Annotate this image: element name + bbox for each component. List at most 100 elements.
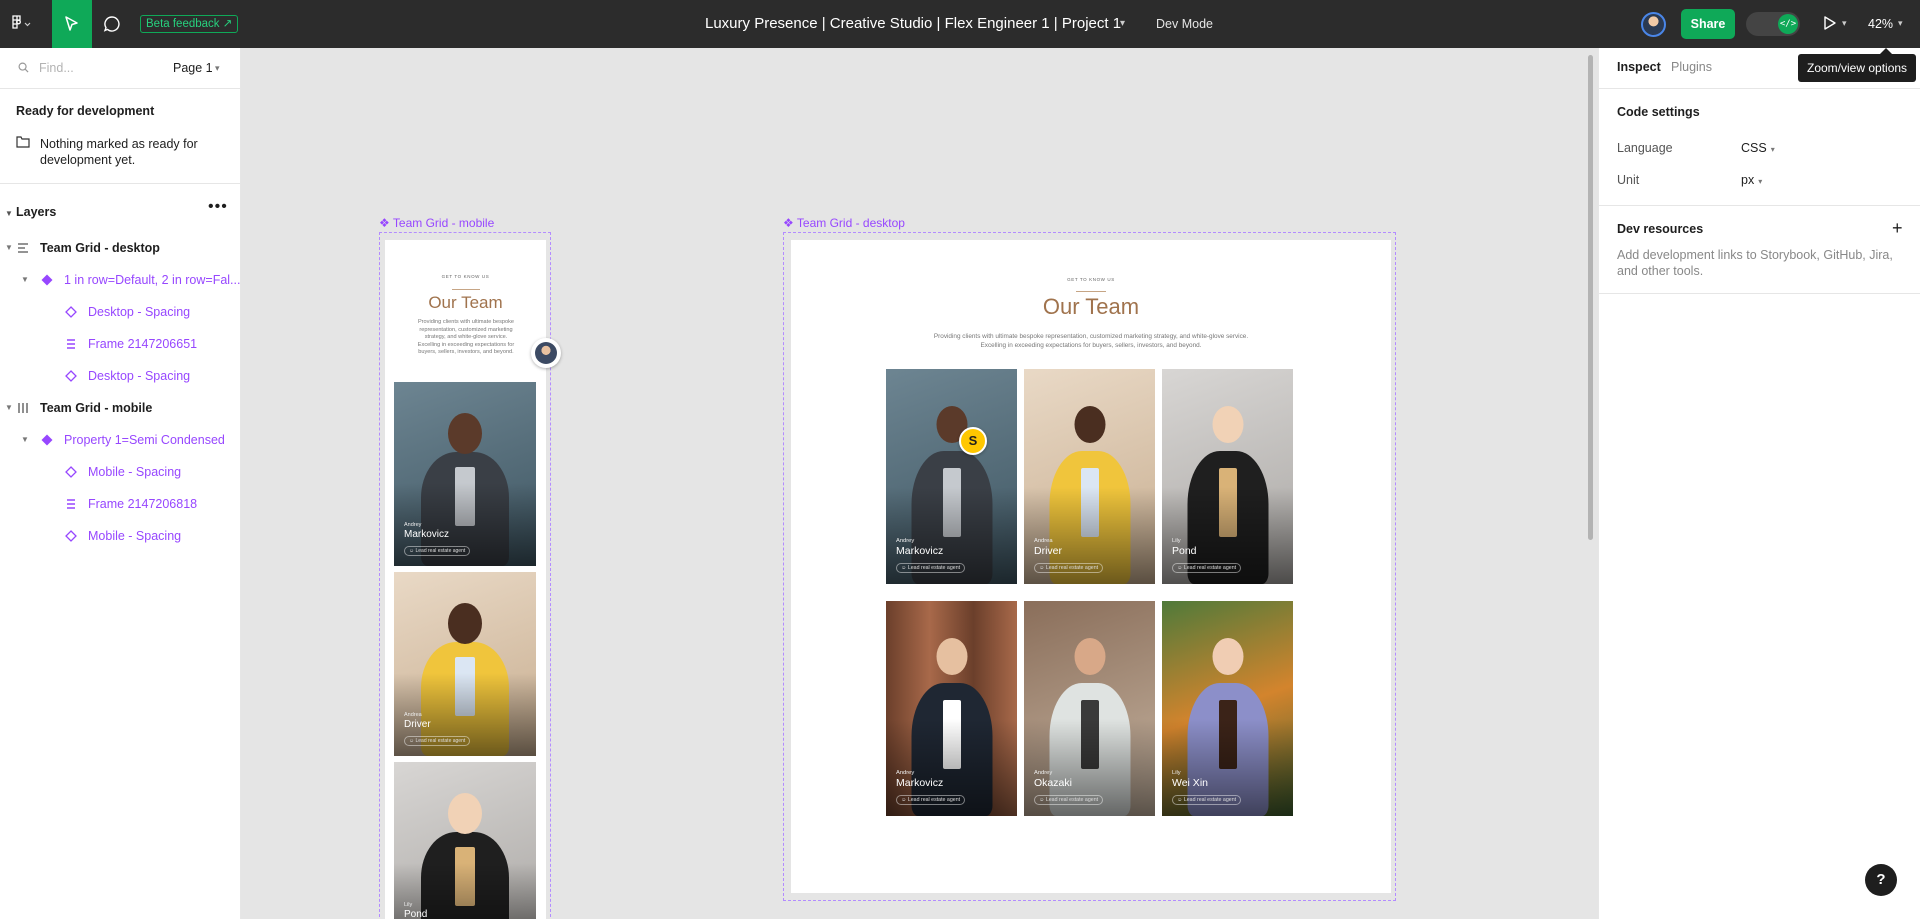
mobile-team-card[interactable]: Andrea Driver ☺ Lead real estate agent [394,572,536,756]
add-icon[interactable]: + [1892,218,1903,239]
layer-item[interactable]: ▼ Team Grid - desktop [0,232,240,264]
desktop-team-card[interactable]: Andrey Markovicz ☺ Lead real estate agent [886,369,1017,584]
instance-icon [40,273,54,287]
main-menu-button[interactable] [10,14,40,34]
share-button[interactable]: Share [1681,9,1735,39]
chevron-down-icon[interactable]: ▼ [21,275,29,284]
layer-item[interactable]: ▼ Team Grid - mobile [0,392,240,424]
divider [1599,88,1920,89]
card-last-name: Wei Xin [1172,777,1208,789]
search-input[interactable]: Find... [39,61,74,75]
avatar[interactable] [1641,12,1666,37]
card-first-name: Andrea [1034,538,1053,544]
chevron-down-icon[interactable]: ▼ [5,243,13,252]
divider [1599,205,1920,206]
search-icon [18,62,29,73]
divider [0,183,241,184]
chevron-down-icon[interactable]: ▼ [5,403,13,412]
mobile-title: Our Team [428,293,503,312]
frame-label-mobile[interactable]: ❖ Team Grid - mobile [379,216,494,230]
chevron-down-icon[interactable]: ▾ [215,63,220,74]
frame-icon [16,241,30,255]
card-last-name: Driver [404,719,431,730]
page-selector[interactable]: Page 1 [173,61,213,75]
mobile-team-card[interactable]: Andrey Markovicz ☺ Lead real estate agent [394,382,536,566]
chevron-down-icon[interactable]: ▾ [1842,18,1847,29]
layer-item[interactable]: ▼ 1 in row=Default, 2 in row=Fal... [0,264,240,296]
play-icon [1824,16,1836,30]
card-role-badge: ☺ Lead real estate agent [404,546,471,556]
card-last-name: Markovicz [404,529,450,540]
chevron-down-icon[interactable]: ▼ [21,435,29,444]
more-options-icon[interactable]: ••• [208,198,228,216]
chevron-down-icon[interactable]: ▾ [1120,18,1125,29]
unit-select[interactable]: px ▾ [1741,173,1762,187]
layer-item[interactable]: Frame 2147206818 [0,488,240,520]
layer-item[interactable]: Frame 2147206651 [0,328,240,360]
card-last-name: Okazaki [1034,777,1072,789]
ready-for-dev-message: Nothing marked as ready for development … [40,137,198,167]
file-title[interactable]: Luxury Presence | Creative Studio | Flex… [705,0,1121,48]
unit-value: px [1741,173,1755,187]
beta-feedback-label: Beta feedback [146,18,220,30]
canvas[interactable]: ❖ Team Grid - mobile GET TO KNOW US Our … [241,48,1598,919]
desktop-team-card[interactable]: Andrey Okazaki ☺ Lead real estate agent [1024,601,1155,816]
portrait-head [1074,638,1105,675]
code-icon: </> [1778,14,1798,34]
mobile-team-card[interactable]: LilyPond☺ Lead real estate agent [394,762,536,919]
card-last-name: Pond [1172,545,1197,557]
auto-layout-icon [64,337,78,351]
card-first-name: Andrey [404,522,422,528]
layer-name: 1 in row=Default, 2 in row=Fal... [64,273,241,287]
portrait-head [1212,638,1243,675]
card-role-badge: ☺ Lead real estate agent [1172,795,1242,805]
card-first-name: Andrey [1034,770,1053,776]
layer-name: Desktop - Spacing [88,369,191,383]
vertical-scrollbar[interactable] [1588,55,1593,540]
move-tool-button[interactable] [52,0,92,48]
card-role-badge: ☺ Lead real estate agent [1172,563,1242,573]
unit-label: Unit [1617,173,1640,187]
card-last-name: Markovicz [896,777,944,789]
chevron-down-icon[interactable]: ▾ [1898,18,1903,29]
desktop-title: Our Team [1042,294,1140,319]
desktop-team-card[interactable]: Lily Pond ☺ Lead real estate agent [1162,369,1293,584]
tab-plugins[interactable]: Plugins [1671,60,1712,74]
comment-tool-button[interactable] [100,12,124,36]
desktop-team-card[interactable]: Andrea Driver ☺ Lead real estate agent [1024,369,1155,584]
component-icon [64,369,78,383]
frame-label-text: Team Grid - desktop [796,216,905,230]
left-panel: Find... Page 1 ▾ Ready for development N… [0,48,241,919]
help-button[interactable]: ? [1865,864,1897,896]
chevron-down-icon[interactable]: ▼ [5,209,13,218]
present-button[interactable] [1823,15,1837,34]
desktop-team-card[interactable]: Lily Wei Xin ☺ Lead real estate agent [1162,601,1293,816]
portrait-head [448,793,482,834]
mobile-description: Providing clients with ultimate bespoke … [417,319,515,355]
layer-item[interactable]: Mobile - Spacing [0,520,240,552]
desktop-kicker: GET TO KNOW US [1067,277,1115,282]
layers-title: Layers [16,205,57,219]
dev-resources-title: Dev resources [1617,222,1704,236]
layer-item[interactable]: Desktop - Spacing [0,360,240,392]
mobile-kicker: GET TO KNOW US [441,274,490,279]
layer-item[interactable]: Desktop - Spacing [0,296,240,328]
dev-mode-toggle[interactable]: </> [1746,12,1800,36]
beta-feedback-button[interactable]: Beta feedback ↗ [140,15,239,33]
zoom-level[interactable]: 42% [1868,0,1893,48]
frame-label-desktop[interactable]: ❖ Team Grid - desktop [783,216,905,230]
zoom-tooltip: Zoom/view options [1798,54,1917,82]
layer-item[interactable]: Mobile - Spacing [0,456,240,488]
component-icon [64,529,78,543]
language-value: CSS [1741,141,1767,155]
card-last-name: Markovicz [896,545,944,557]
component-icon [64,305,78,319]
layer-name: Desktop - Spacing [88,305,191,319]
chevron-down-icon: ▾ [1758,177,1763,186]
layer-item[interactable]: ▼ Property 1=Semi Condensed [0,424,240,456]
card-last-name: Driver [1034,545,1062,557]
tab-inspect[interactable]: Inspect [1617,60,1661,74]
language-select[interactable]: CSS ▾ [1741,141,1775,155]
card-first-name: Andrea [404,712,422,718]
desktop-team-card[interactable]: Andrey Markovicz ☺ Lead real estate agent [886,601,1017,816]
